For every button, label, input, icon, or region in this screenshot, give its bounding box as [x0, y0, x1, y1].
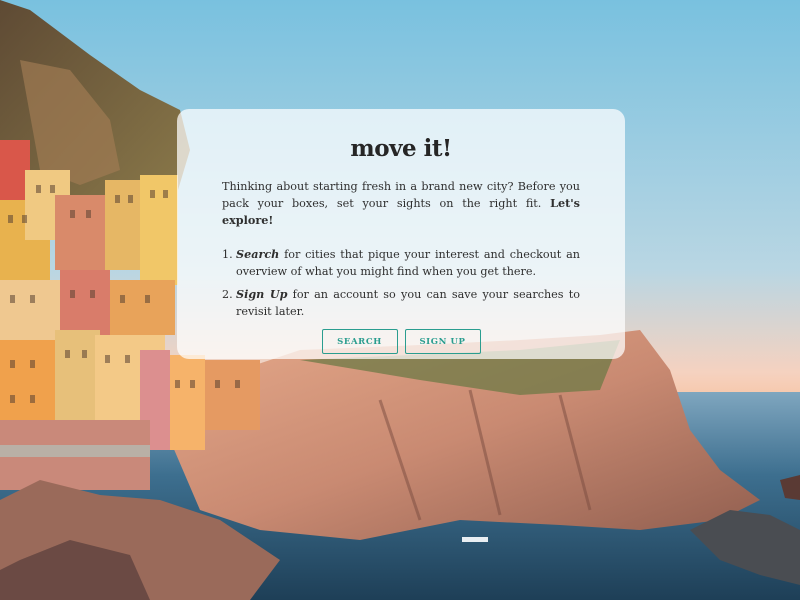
step-text: Sign Up for an account so you can save y…	[236, 286, 580, 320]
intro-card: move it! Thinking about starting fresh i…	[177, 109, 625, 359]
step-search: 1. Search for cities that pique your int…	[222, 246, 580, 280]
step-text: Search for cities that pique your intere…	[236, 246, 580, 280]
search-button[interactable]: SEARCH	[321, 329, 398, 354]
step-number: 2.	[222, 288, 233, 301]
step-description: for cities that pique your interest and …	[236, 248, 580, 278]
intro-text: Thinking about starting fresh in a brand…	[222, 180, 580, 210]
sign-up-button[interactable]: SIGN UP	[404, 329, 481, 354]
page-title: move it!	[350, 135, 452, 162]
step-signup: 2. Sign Up for an account so you can sav…	[222, 286, 580, 320]
step-description: for an account so you can save your sear…	[236, 288, 580, 318]
steps-list: 1. Search for cities that pique your int…	[222, 246, 580, 320]
intro-paragraph: Thinking about starting fresh in a brand…	[222, 178, 580, 229]
action-buttons: SEARCH SIGN UP	[222, 329, 580, 354]
step-keyword: Search	[236, 247, 280, 261]
step-keyword: Sign Up	[236, 287, 288, 301]
step-number: 1.	[222, 248, 233, 261]
